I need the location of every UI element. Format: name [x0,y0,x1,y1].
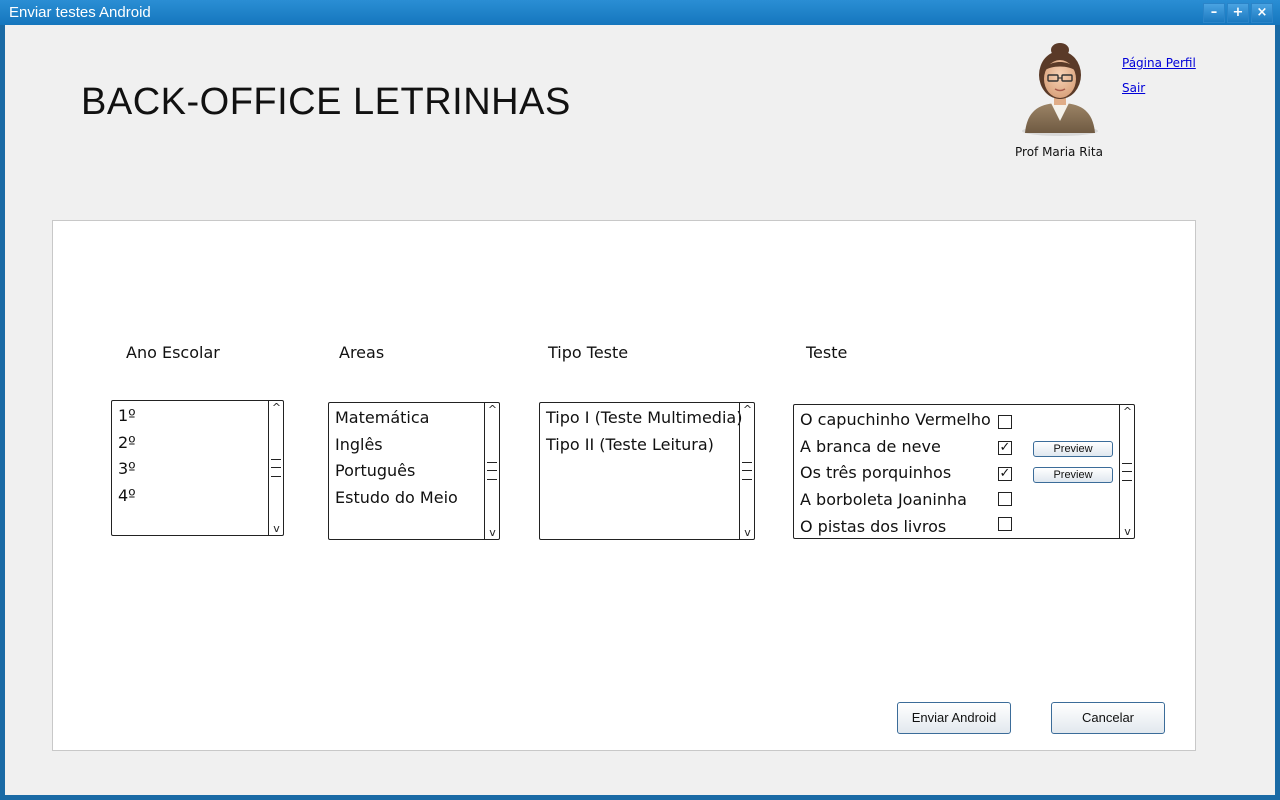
scroll-down-icon[interactable]: v [1121,526,1134,537]
list-item[interactable]: Tipo II (Teste Leitura) [546,435,714,454]
list-item[interactable]: 2º [118,433,136,452]
window-title: Enviar testes Android [9,4,151,21]
scroll-down-icon[interactable]: v [741,527,754,538]
areas-list[interactable]: Matemática Inglês Português Estudo do Me… [328,402,500,540]
user-name: Prof Maria Rita [1015,145,1103,159]
close-button[interactable]: × [1251,3,1273,23]
scroll-thumb[interactable] [271,459,281,477]
scroll-thumb[interactable] [1122,462,1132,481]
page-title: BACK-OFFICE LETRINHAS [81,81,571,123]
test-checkbox[interactable]: ✓ [998,441,1012,455]
scroll-up-icon[interactable]: ^ [486,404,499,415]
title-bar[interactable]: Enviar testes Android – + × [0,0,1280,25]
scroll-up-icon[interactable]: ^ [1121,406,1134,417]
list-item[interactable]: Inglês [335,435,383,454]
list-item[interactable]: 4º [118,486,136,505]
preview-button[interactable]: Preview [1033,467,1113,483]
send-android-button[interactable]: Enviar Android [897,702,1011,734]
scroll-up-icon[interactable]: ^ [270,402,283,413]
list-item[interactable]: O capuchinho Vermelho [800,410,991,429]
logout-link[interactable]: Sair [1122,81,1145,95]
main-panel: Ano Escolar Areas Tipo Teste Teste 1º 2º… [52,220,1196,751]
teste-list[interactable]: O capuchinho Vermelho A branca de neve ✓… [793,404,1135,539]
scroll-down-icon[interactable]: v [270,523,283,534]
list-item[interactable]: O pistas dos livros [800,517,946,536]
test-checkbox[interactable] [998,415,1012,429]
test-checkbox[interactable] [998,517,1012,531]
maximize-button[interactable]: + [1227,3,1249,23]
tipo-teste-label: Tipo Teste [548,343,629,362]
minimize-button[interactable]: – [1203,3,1225,23]
scroll-up-icon[interactable]: ^ [741,404,754,415]
test-checkbox[interactable] [998,492,1012,506]
scroll-thumb[interactable] [742,462,752,480]
ano-escolar-list[interactable]: 1º 2º 3º 4º ^ v [111,400,284,536]
scrollbar[interactable]: ^ v [268,401,283,535]
areas-label: Areas [339,343,385,362]
scrollbar[interactable]: ^ v [484,403,499,539]
list-item[interactable]: 1º [118,406,136,425]
list-item[interactable]: Estudo do Meio [335,488,458,507]
window-client-area: BACK-OFFICE LETRINHAS Prof Maria Rita Pá… [5,25,1275,795]
list-item[interactable]: Matemática [335,408,429,427]
scrollbar[interactable]: ^ v [1119,405,1134,538]
list-item[interactable]: A branca de neve [800,437,941,456]
teacher-avatar-icon [1022,43,1098,136]
scroll-thumb[interactable] [487,462,497,480]
test-checkbox[interactable]: ✓ [998,467,1012,481]
teste-label: Teste [806,343,848,362]
scrollbar[interactable]: ^ v [739,403,754,539]
ano-escolar-label: Ano Escolar [126,343,220,362]
list-item[interactable]: A borboleta Joaninha [800,490,967,509]
list-item[interactable]: 3º [118,459,136,478]
cancel-button[interactable]: Cancelar [1051,702,1165,734]
tipo-teste-list[interactable]: Tipo I (Teste Multimedia) Tipo II (Teste… [539,402,755,540]
list-item[interactable]: Os três porquinhos [800,463,951,482]
list-item[interactable]: Tipo I (Teste Multimedia) [546,408,742,427]
list-item[interactable]: Português [335,461,415,480]
app-window: Enviar testes Android – + × BACK-OFFICE … [0,0,1280,800]
preview-button[interactable]: Preview [1033,441,1113,457]
profile-link[interactable]: Página Perfil [1122,56,1196,70]
scroll-down-icon[interactable]: v [486,527,499,538]
